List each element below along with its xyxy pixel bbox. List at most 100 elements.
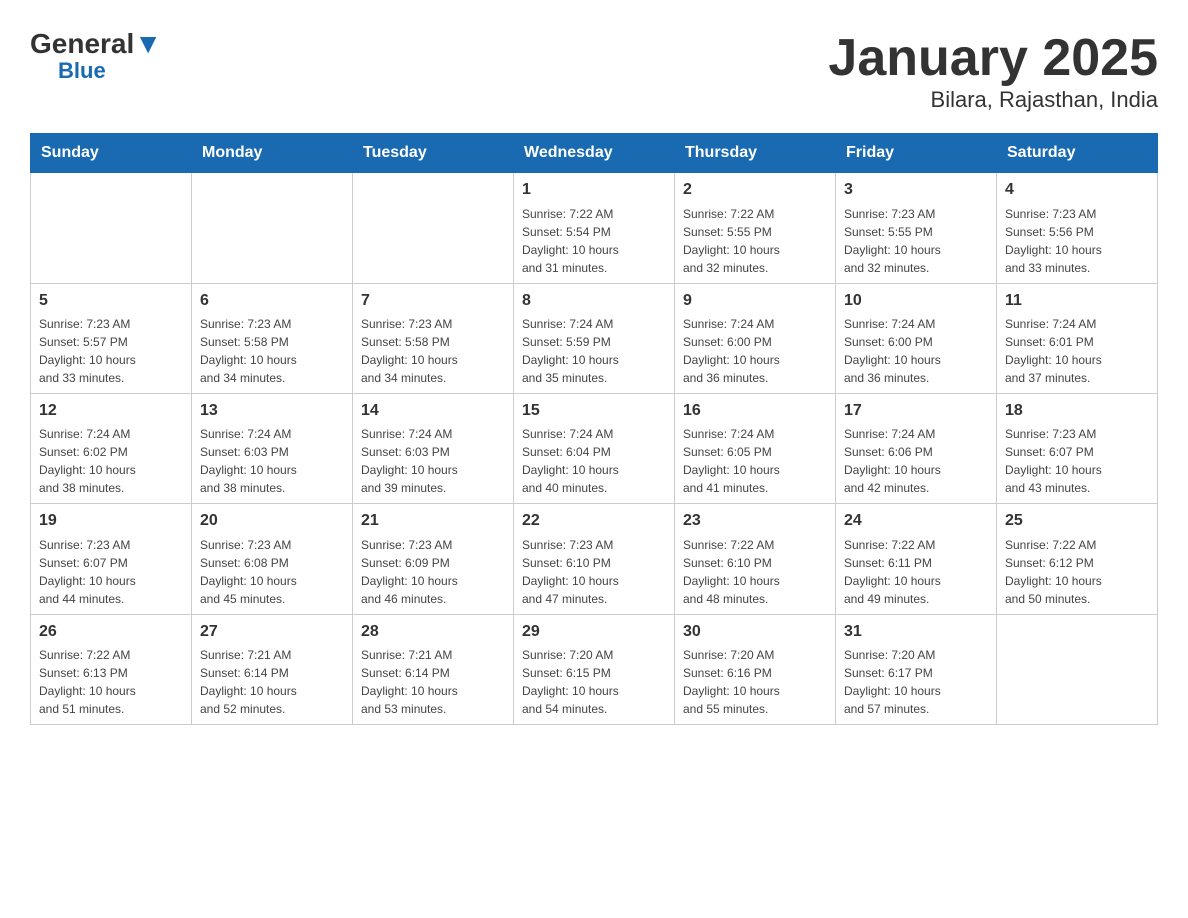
calendar-day-cell: 29Sunrise: 7:20 AM Sunset: 6:15 PM Dayli… [514, 614, 675, 724]
calendar-day-cell: 27 Sunrise: 7:21 AM Sunset: 6:14 PM Dayli… [192, 614, 353, 724]
calendar-day-cell: 19 Sunrise: 7:23 AM Sunset: 6:07 PM Dayli… [31, 504, 192, 614]
calendar-week-row: 12Sunrise: 7:24 AM Sunset: 6:02 PM Dayli… [31, 393, 1158, 503]
calendar-day-cell: 23 Sunrise: 7:22 AM Sunset: 6:10 PM Dayli… [675, 504, 836, 614]
day-number: 25 [1005, 510, 1149, 532]
day-number: 17 [844, 400, 988, 422]
title-block: January 2025 Bilara, Rajasthan, India [828, 30, 1158, 113]
day-number: 24 [844, 510, 988, 532]
day-number: 6 [200, 290, 344, 312]
day-number: 19 [39, 510, 183, 532]
calendar-week-row: 19 Sunrise: 7:23 AM Sunset: 6:07 PM Dayli… [31, 504, 1158, 614]
day-number: 2 [683, 179, 827, 201]
day-info: Sunrise: 7:23 AM Sunset: 5:57 PM Dayligh… [39, 315, 183, 387]
calendar-day-cell: 21 Sunrise: 7:23 AM Sunset: 6:09 PM Dayli… [353, 504, 514, 614]
day-number: 4 [1005, 179, 1149, 201]
day-number: 18 [1005, 400, 1149, 422]
calendar-day-cell: 18 Sunrise: 7:23 AM Sunset: 6:07 PM Dayli… [997, 393, 1158, 503]
calendar-table: SundayMondayTuesdayWednesdayThursdayFrid… [30, 133, 1158, 725]
day-info: Sunrise: 7:22 AM Sunset: 6:12 PM Dayligh… [1005, 536, 1149, 608]
calendar-header-row: SundayMondayTuesdayWednesdayThursdayFrid… [31, 134, 1158, 173]
calendar-header-wednesday: Wednesday [514, 134, 675, 173]
day-info: Sunrise: 7:23 AM Sunset: 6:07 PM Dayligh… [39, 536, 183, 608]
day-number: 12 [39, 400, 183, 422]
day-number: 8 [522, 290, 666, 312]
calendar-week-row: 5 Sunrise: 7:23 AM Sunset: 5:57 PM Daylig… [31, 283, 1158, 393]
day-info: Sunrise: 7:23 AM Sunset: 6:07 PM Dayligh… [1005, 425, 1149, 497]
logo-blue-text: Blue [58, 58, 106, 84]
day-info: Sunrise: 7:22 AM Sunset: 6:10 PM Dayligh… [683, 536, 827, 608]
day-number: 21 [361, 510, 505, 532]
day-info: Sunrise: 7:23 AM Sunset: 6:09 PM Dayligh… [361, 536, 505, 608]
calendar-title: January 2025 [828, 30, 1158, 87]
calendar-header-tuesday: Tuesday [353, 134, 514, 173]
calendar-week-row: 26 Sunrise: 7:22 AM Sunset: 6:13 PM Dayli… [31, 614, 1158, 724]
calendar-day-cell: 17 Sunrise: 7:24 AM Sunset: 6:06 PM Dayli… [836, 393, 997, 503]
day-info: Sunrise: 7:24 AM Sunset: 6:03 PM Dayligh… [361, 425, 505, 497]
day-info: Sunrise: 7:24 AM Sunset: 6:05 PM Dayligh… [683, 425, 827, 497]
day-number: 14 [361, 400, 505, 422]
day-number: 1 [522, 179, 666, 201]
calendar-day-cell: 12Sunrise: 7:24 AM Sunset: 6:02 PM Dayli… [31, 393, 192, 503]
day-info: Sunrise: 7:22 AM Sunset: 6:11 PM Dayligh… [844, 536, 988, 608]
calendar-day-cell: 13Sunrise: 7:24 AM Sunset: 6:03 PM Dayli… [192, 393, 353, 503]
day-number: 5 [39, 290, 183, 312]
day-number: 20 [200, 510, 344, 532]
day-number: 26 [39, 621, 183, 643]
day-number: 7 [361, 290, 505, 312]
day-info: Sunrise: 7:20 AM Sunset: 6:15 PM Dayligh… [522, 646, 666, 718]
day-info: Sunrise: 7:21 AM Sunset: 6:14 PM Dayligh… [200, 646, 344, 718]
calendar-day-cell: 7 Sunrise: 7:23 AM Sunset: 5:58 PM Daylig… [353, 283, 514, 393]
page-header: General▼ Blue January 2025 Bilara, Rajas… [30, 30, 1158, 113]
calendar-day-cell: 6 Sunrise: 7:23 AM Sunset: 5:58 PM Daylig… [192, 283, 353, 393]
calendar-day-cell: 31Sunrise: 7:20 AM Sunset: 6:17 PM Dayli… [836, 614, 997, 724]
day-number: 3 [844, 179, 988, 201]
calendar-header-monday: Monday [192, 134, 353, 173]
day-info: Sunrise: 7:23 AM Sunset: 6:10 PM Dayligh… [522, 536, 666, 608]
day-info: Sunrise: 7:24 AM Sunset: 5:59 PM Dayligh… [522, 315, 666, 387]
day-number: 22 [522, 510, 666, 532]
day-info: Sunrise: 7:22 AM Sunset: 6:13 PM Dayligh… [39, 646, 183, 718]
day-number: 16 [683, 400, 827, 422]
day-info: Sunrise: 7:24 AM Sunset: 6:00 PM Dayligh… [683, 315, 827, 387]
calendar-day-cell [353, 173, 514, 283]
calendar-header-friday: Friday [836, 134, 997, 173]
calendar-day-cell: 22 Sunrise: 7:23 AM Sunset: 6:10 PM Dayli… [514, 504, 675, 614]
calendar-day-cell [192, 173, 353, 283]
day-number: 28 [361, 621, 505, 643]
calendar-day-cell: 20 Sunrise: 7:23 AM Sunset: 6:08 PM Dayli… [192, 504, 353, 614]
calendar-day-cell: 16 Sunrise: 7:24 AM Sunset: 6:05 PM Dayli… [675, 393, 836, 503]
calendar-day-cell: 28 Sunrise: 7:21 AM Sunset: 6:14 PM Dayli… [353, 614, 514, 724]
logo: General▼ Blue [30, 30, 162, 84]
day-info: Sunrise: 7:23 AM Sunset: 5:56 PM Dayligh… [1005, 205, 1149, 277]
calendar-day-cell: 26 Sunrise: 7:22 AM Sunset: 6:13 PM Dayli… [31, 614, 192, 724]
day-number: 23 [683, 510, 827, 532]
calendar-subtitle: Bilara, Rajasthan, India [828, 87, 1158, 113]
logo-general-text: General▼ [30, 30, 162, 58]
day-info: Sunrise: 7:23 AM Sunset: 6:08 PM Dayligh… [200, 536, 344, 608]
day-info: Sunrise: 7:23 AM Sunset: 5:58 PM Dayligh… [361, 315, 505, 387]
day-info: Sunrise: 7:24 AM Sunset: 6:01 PM Dayligh… [1005, 315, 1149, 387]
calendar-day-cell: 11Sunrise: 7:24 AM Sunset: 6:01 PM Dayli… [997, 283, 1158, 393]
day-number: 27 [200, 621, 344, 643]
calendar-day-cell: 15 Sunrise: 7:24 AM Sunset: 6:04 PM Dayli… [514, 393, 675, 503]
day-info: Sunrise: 7:22 AM Sunset: 5:54 PM Dayligh… [522, 205, 666, 277]
calendar-day-cell: 24 Sunrise: 7:22 AM Sunset: 6:11 PM Dayli… [836, 504, 997, 614]
calendar-day-cell: 25 Sunrise: 7:22 AM Sunset: 6:12 PM Dayli… [997, 504, 1158, 614]
calendar-day-cell: 10 Sunrise: 7:24 AM Sunset: 6:00 PM Dayli… [836, 283, 997, 393]
day-info: Sunrise: 7:24 AM Sunset: 6:00 PM Dayligh… [844, 315, 988, 387]
day-info: Sunrise: 7:23 AM Sunset: 5:58 PM Dayligh… [200, 315, 344, 387]
logo-triangle-icon: ▼ [134, 28, 162, 59]
day-number: 10 [844, 290, 988, 312]
day-number: 15 [522, 400, 666, 422]
calendar-day-cell: 5 Sunrise: 7:23 AM Sunset: 5:57 PM Daylig… [31, 283, 192, 393]
day-info: Sunrise: 7:20 AM Sunset: 6:17 PM Dayligh… [844, 646, 988, 718]
day-number: 9 [683, 290, 827, 312]
day-info: Sunrise: 7:22 AM Sunset: 5:55 PM Dayligh… [683, 205, 827, 277]
day-info: Sunrise: 7:21 AM Sunset: 6:14 PM Dayligh… [361, 646, 505, 718]
day-info: Sunrise: 7:24 AM Sunset: 6:06 PM Dayligh… [844, 425, 988, 497]
day-info: Sunrise: 7:24 AM Sunset: 6:04 PM Dayligh… [522, 425, 666, 497]
calendar-day-cell: 1 Sunrise: 7:22 AM Sunset: 5:54 PM Daylig… [514, 173, 675, 283]
day-info: Sunrise: 7:24 AM Sunset: 6:03 PM Dayligh… [200, 425, 344, 497]
calendar-day-cell [31, 173, 192, 283]
calendar-day-cell: 30Sunrise: 7:20 AM Sunset: 6:16 PM Dayli… [675, 614, 836, 724]
